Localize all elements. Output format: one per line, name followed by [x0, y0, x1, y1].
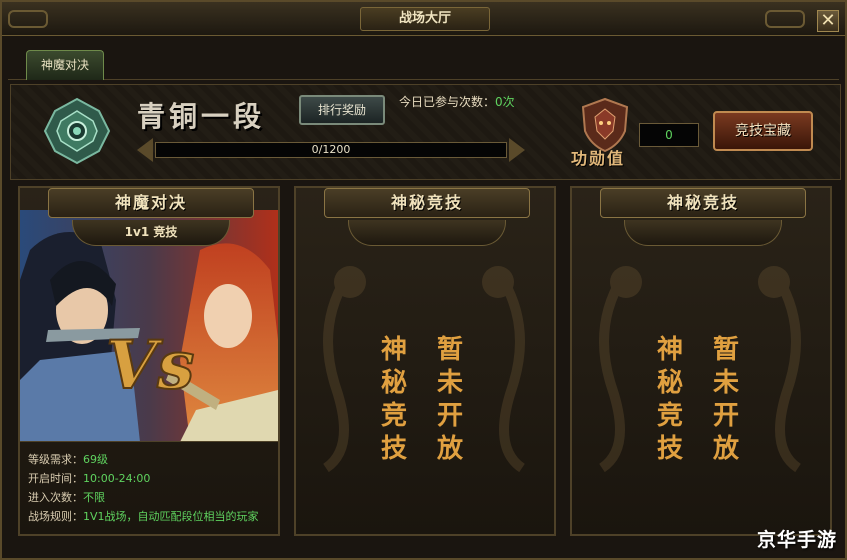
honor-label: 功勋值: [571, 149, 626, 168]
arrow-right-icon: [509, 138, 525, 162]
locked-char: 竞: [656, 401, 683, 431]
info-label: 等级需求：: [28, 453, 83, 466]
info-row-level: 等级需求：69级: [28, 450, 278, 469]
locked-notice: 神 秘 竞 技 暂 未 开 放: [648, 334, 768, 474]
card-title: 神秘竞技: [324, 188, 530, 218]
rank-title: 青铜一段: [137, 100, 266, 133]
locked-char: 暂: [436, 335, 463, 365]
locked-char: 暂: [712, 335, 739, 365]
arrow-left-icon: [137, 138, 153, 162]
info-value: 10:00-24:00: [83, 472, 151, 485]
participation-label: 今日已参与次数：: [399, 95, 496, 109]
info-row-entries: 进入次数：不限: [28, 488, 278, 507]
card-info: 等级需求：69级 开启时间：10:00-24:00 进入次数：不限 战场规则：1…: [28, 450, 278, 526]
battlefield-hall-window: 战场大厅 ✕ 神魔对决 青铜一段 排行奖励 今日已参与次数：0次 0/1200: [0, 0, 847, 560]
leaderboard-reward-button[interactable]: 排行奖励: [299, 95, 385, 125]
locked-notice: 神 秘 竞 技 暂 未 开 放: [372, 334, 492, 474]
info-value: 69级: [83, 453, 108, 466]
locked-char: 开: [712, 401, 739, 431]
card-title: 神秘竞技: [600, 188, 806, 218]
card-title: 神魔对决: [48, 188, 254, 218]
tab-shenmo-duel[interactable]: 神魔对决: [26, 50, 104, 80]
info-value: 不限: [83, 491, 105, 504]
rank-progress: 0/1200: [137, 137, 525, 163]
corner-ornament-right: [765, 10, 805, 28]
watermark: 京华手游: [756, 529, 837, 551]
progress-text: 0/1200: [311, 143, 351, 156]
card-subtitle: 1v1 竞技: [72, 220, 230, 246]
info-label: 战场规则：: [28, 510, 83, 523]
info-value: 1V1战场，自动匹配段位相当的玩家: [83, 510, 259, 523]
info-row-rules: 战场规则：1V1战场，自动匹配段位相当的玩家: [28, 507, 278, 526]
title-bar: 战场大厅 ✕: [2, 2, 845, 36]
locked-char: 放: [712, 434, 739, 464]
card-subtitle-plate: [348, 220, 506, 246]
locked-char: 技: [656, 434, 683, 464]
locked-char: 秘: [656, 368, 683, 398]
close-button[interactable]: ✕: [817, 10, 839, 32]
mode-card-mystery-2[interactable]: 神秘竞技 神 秘 竞 技 暂 未 开 放: [570, 186, 832, 536]
card-subtitle-plate: [624, 220, 782, 246]
rank-panel: 青铜一段 排行奖励 今日已参与次数：0次 0/1200 功勋值 0 竞技宝藏: [10, 84, 841, 180]
locked-char: 未: [436, 368, 463, 398]
mode-card-shenmo[interactable]: Vs 神魔对决 1v1 竞技 等级需求：69级 开启时间：10:00-24:00…: [18, 186, 280, 536]
arena-treasure-button[interactable]: 竞技宝藏: [713, 111, 813, 151]
locked-char: 开: [436, 401, 463, 431]
corner-ornament-left: [8, 10, 48, 28]
vs-text: Vs: [106, 326, 194, 404]
locked-char: 未: [712, 368, 739, 398]
locked-char: 秘: [380, 368, 407, 398]
locked-char: 竞: [380, 401, 407, 431]
daily-participation: 今日已参与次数：0次: [399, 93, 515, 110]
locked-char: 神: [656, 335, 683, 365]
participation-count: 0次: [495, 95, 515, 109]
progress-track: 0/1200: [155, 142, 507, 158]
locked-char: 神: [380, 335, 407, 365]
locked-char: 放: [436, 434, 463, 464]
honor-value: 0: [639, 123, 699, 147]
window-title: 战场大厅: [360, 7, 490, 31]
mode-card-mystery-1[interactable]: 神秘竞技 神 秘 竞 技 暂 未 开 放: [294, 186, 556, 536]
info-label: 开启时间：: [28, 472, 83, 485]
locked-char: 技: [380, 434, 407, 464]
tab-bar: 神魔对决: [8, 44, 839, 80]
info-label: 进入次数：: [28, 491, 83, 504]
info-row-open-time: 开启时间：10:00-24:00: [28, 469, 278, 488]
rank-emblem-icon: [43, 97, 111, 165]
